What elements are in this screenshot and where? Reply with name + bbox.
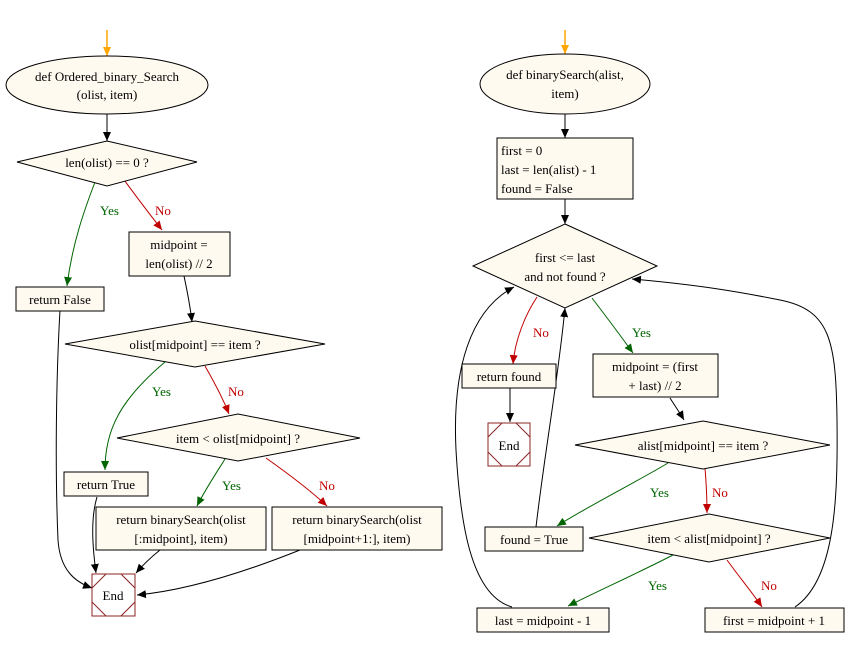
right-midpoint-line1: midpoint = (first <box>612 359 698 374</box>
right-start-line1: def binarySearch(alist, <box>506 67 624 82</box>
edge-equal-no <box>204 365 230 415</box>
loop-no-label: No <box>533 325 549 340</box>
recurse-right-line2: [midpoint+1:], item) <box>304 531 411 546</box>
left-midpoint-line1: midpoint = <box>150 237 208 252</box>
edge-equal-yes <box>101 361 166 471</box>
right-start-line2: item) <box>551 86 578 101</box>
left-check-less-decision: item < olist[midpoint] ? <box>116 413 361 462</box>
set-last-text: last = midpoint - 1 <box>495 613 591 628</box>
right-check-less-text: item < alist[midpoint] ? <box>647 531 770 546</box>
check-less-yes-label: Yes <box>222 478 241 493</box>
recurse-left-line1: return binarySearch(olist <box>116 512 246 527</box>
found-true-node: found = True <box>484 526 584 552</box>
return-true-node: return True <box>63 471 149 497</box>
left-midpoint-node: midpoint = len(olist) // 2 <box>128 231 231 277</box>
edge-less-no <box>265 457 328 507</box>
left-check-equal-decision: olist[midpoint] == item ? <box>64 320 326 368</box>
right-check-less-decision: item < alist[midpoint] ? <box>588 513 831 563</box>
loop-yes-label: Yes <box>632 325 651 340</box>
set-first-node: first = midpoint + 1 <box>704 607 845 633</box>
check-equal-no-label: No <box>228 384 244 399</box>
recurse-right-node: return binarySearch(olist [midpoint+1:],… <box>271 506 443 551</box>
recurse-left-line2: [:midpoint], item) <box>134 531 227 546</box>
edge-midpoint-to-check-equal <box>183 275 195 323</box>
right-midpoint-line2: + last) // 2 <box>628 378 681 393</box>
left-start-line1: def Ordered_binary_Search <box>35 69 180 84</box>
return-true-text: return True <box>77 477 135 492</box>
right-midpoint-node: midpoint = (first + last) // 2 <box>592 353 719 398</box>
flowchart-canvas: def Ordered_binary_Search (olist, item) … <box>5 30 845 633</box>
recurse-left-node: return binarySearch(olist [:midpoint], i… <box>95 506 267 551</box>
found-true-text: found = True <box>500 532 568 547</box>
left-midpoint-line2: len(olist) // 2 <box>145 256 212 271</box>
return-false-text: return False <box>29 292 91 307</box>
edge-empty-yes <box>64 176 98 287</box>
left-check-less-text: item < olist[midpoint] ? <box>176 431 300 446</box>
right-check-equal-decision: alist[midpoint] == item ? <box>574 420 831 470</box>
edge-midpoint-to-check-equal <box>669 397 685 421</box>
right-flowchart: def binarySearch(alist, item) first = 0 … <box>454 30 845 633</box>
return-found-text: return found <box>477 369 542 384</box>
right-start-node: def binarySearch(alist, item) <box>479 53 651 115</box>
init-line3: found = False <box>501 181 573 196</box>
right-less-yes-label: Yes <box>648 578 667 593</box>
check-equal-yes-label: Yes <box>152 384 171 399</box>
left-flowchart: def Ordered_binary_Search (olist, item) … <box>5 30 443 617</box>
edge-return-false-to-end <box>55 309 93 589</box>
check-less-no-label: No <box>319 478 335 493</box>
right-equal-no-label: No <box>712 485 728 500</box>
edge-recurse-right-to-end <box>136 549 301 599</box>
right-end-node: End <box>487 422 531 467</box>
right-check-equal-text: alist[midpoint] == item ? <box>638 438 769 453</box>
return-false-node: return False <box>15 286 105 312</box>
check-empty-text: len(olist) == 0 ? <box>65 155 149 170</box>
init-line1: first = 0 <box>501 143 542 158</box>
edge-less-yes <box>196 458 226 507</box>
init-line2: last = len(alist) - 1 <box>501 162 596 177</box>
check-empty-yes-label: Yes <box>100 203 119 218</box>
edge-recurse-left-to-end <box>135 549 161 574</box>
set-last-node: last = midpoint - 1 <box>476 607 610 633</box>
loop-check-line1: first <= last <box>535 250 596 265</box>
left-end-node: End <box>91 573 136 617</box>
loop-check-line2: and not found ? <box>524 269 605 284</box>
init-node: first = 0 last = len(alist) - 1 found = … <box>496 137 634 200</box>
right-less-no-label: No <box>761 578 777 593</box>
recurse-right-line1: return binarySearch(olist <box>292 512 422 527</box>
set-first-text: first = midpoint + 1 <box>723 613 825 628</box>
left-end-text: End <box>103 588 124 603</box>
check-empty-no-label: No <box>155 203 171 218</box>
left-start-line2: (olist, item) <box>77 87 138 102</box>
right-end-text: End <box>499 438 520 453</box>
edge-found-true-to-loop <box>535 307 569 528</box>
edge-less-no <box>726 559 763 608</box>
left-check-equal-text: olist[midpoint] == item ? <box>129 337 261 352</box>
return-found-node: return found <box>461 363 557 389</box>
edge-loop-yes <box>591 297 634 354</box>
right-equal-yes-label: Yes <box>650 485 669 500</box>
edge-equal-no <box>702 467 711 514</box>
left-start-node: def Ordered_binary_Search (olist, item) <box>5 55 209 115</box>
left-check-empty-decision: len(olist) == 0 ? <box>16 140 198 187</box>
